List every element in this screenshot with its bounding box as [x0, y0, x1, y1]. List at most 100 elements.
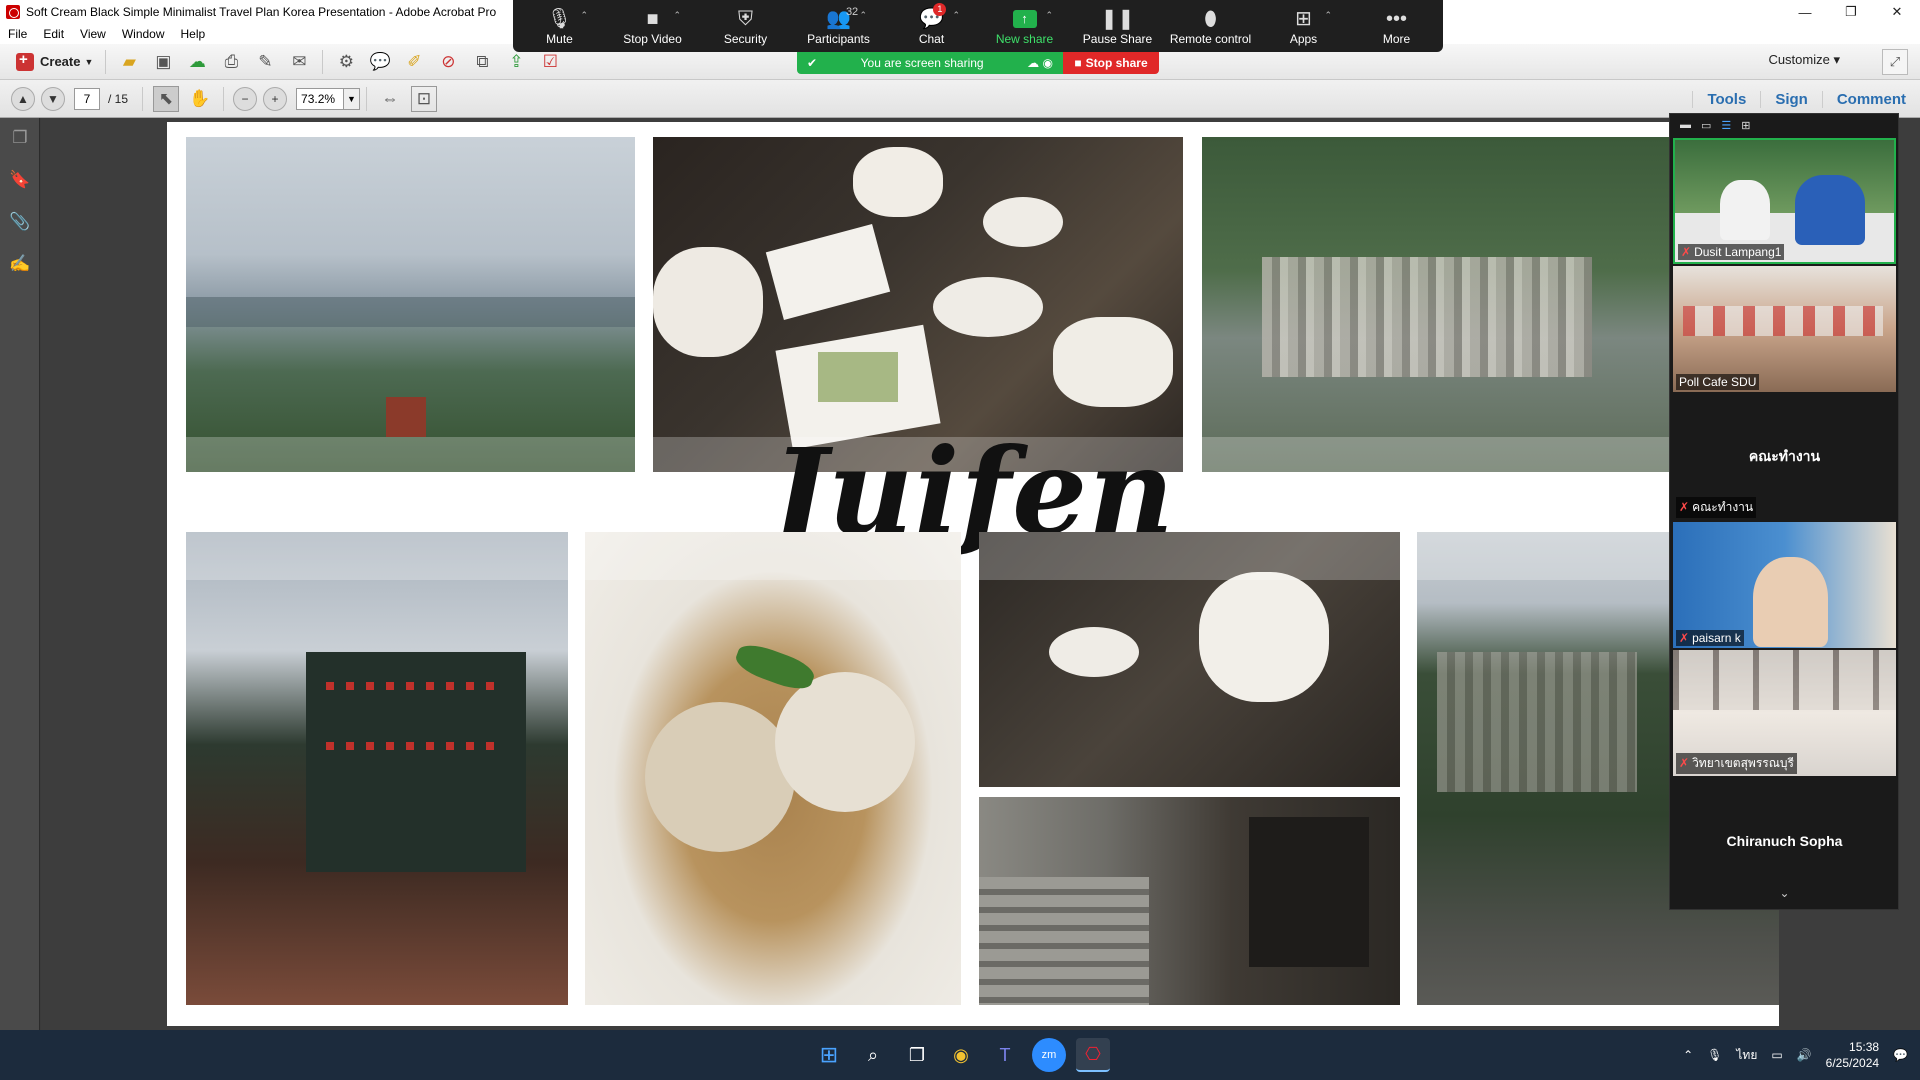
- menu-file[interactable]: File: [8, 27, 27, 41]
- minimize-icon[interactable]: ▬: [1680, 119, 1691, 131]
- open-folder-icon[interactable]: ▰: [116, 49, 142, 75]
- attachments-icon[interactable]: 📎: [8, 212, 32, 236]
- zoom-apps-button[interactable]: ⊞ ⌃ Apps: [1257, 6, 1350, 46]
- zoom-more-button[interactable]: ••• More: [1350, 6, 1443, 46]
- participant-tile[interactable]: Chiranuch Sopha ⌄: [1673, 778, 1896, 904]
- pdf-page: Juifen: [167, 122, 1779, 1026]
- bookmarks-icon[interactable]: 🔖: [8, 170, 32, 194]
- network-icon[interactable]: ▭: [1771, 1048, 1782, 1062]
- menu-edit[interactable]: Edit: [43, 27, 64, 41]
- menu-view[interactable]: View: [80, 27, 106, 41]
- zoom-level-input[interactable]: 73.2%: [296, 87, 345, 110]
- chrome-icon[interactable]: ◉: [944, 1038, 978, 1072]
- zoom-pause-share-button[interactable]: ❚❚ Pause Share: [1071, 6, 1164, 46]
- chevron-down-icon: ▼: [84, 56, 94, 67]
- menu-help[interactable]: Help: [181, 27, 206, 41]
- start-menu-icon[interactable]: ⊞: [812, 1038, 846, 1072]
- tab-comment[interactable]: Comment: [1821, 90, 1920, 108]
- chevron-down-icon[interactable]: ⌃: [580, 10, 588, 21]
- tab-tools[interactable]: Tools: [1692, 90, 1760, 108]
- participant-tile[interactable]: Poll Cafe SDU: [1673, 266, 1896, 392]
- menu-window[interactable]: Window: [122, 27, 165, 41]
- redact-icon[interactable]: ⊘: [435, 49, 461, 75]
- customize-dropdown[interactable]: Customize ▾: [1768, 52, 1840, 68]
- chevron-down-icon[interactable]: ⌃: [1045, 10, 1053, 21]
- expand-icon[interactable]: ⤢: [1882, 49, 1908, 75]
- clock[interactable]: 15:38 6/25/2024: [1826, 1039, 1879, 1071]
- chevron-down-icon[interactable]: ⌃: [952, 10, 960, 21]
- speaker-view-icon[interactable]: ☰: [1721, 119, 1731, 132]
- zoom-mute-button[interactable]: 🎙 ⌃ Mute: [513, 6, 606, 46]
- print-icon[interactable]: ⎙: [218, 49, 244, 75]
- next-page-button[interactable]: ▼: [41, 86, 65, 111]
- zoom-dropdown-icon[interactable]: ▼: [344, 87, 361, 110]
- hand-tool-icon[interactable]: ✋: [187, 86, 213, 112]
- navigation-toolbar: ▲ ▼ 7 / 15 ⬉ ✋ − + 73.2% ▼ ⇔ ⊡ Tools Sig…: [0, 80, 1920, 118]
- zoom-out-button[interactable]: −: [233, 86, 258, 111]
- participant-tile[interactable]: ✗ วิทยาเขตสุพรรณบุรี: [1673, 650, 1896, 776]
- minimize-button[interactable]: —: [1782, 0, 1828, 24]
- page-thumbnails-icon[interactable]: ❐: [8, 128, 32, 152]
- zoom-chat-button[interactable]: 💬 1 ⌃ Chat: [885, 3, 978, 46]
- muted-mic-icon: ✗: [1679, 631, 1690, 645]
- participant-tile[interactable]: ✗ Dusit Lampang1: [1673, 138, 1896, 264]
- select-cursor-icon[interactable]: ⬉: [153, 85, 180, 112]
- save-icon[interactable]: ▣: [150, 49, 176, 75]
- chevron-down-icon[interactable]: ⌃: [673, 10, 681, 21]
- muted-mic-icon: ✗: [1679, 500, 1690, 514]
- zoom-in-button[interactable]: +: [263, 86, 288, 111]
- zoom-security-button[interactable]: ⛨ Security: [699, 6, 792, 46]
- create-button[interactable]: Create ▼: [10, 49, 99, 75]
- fit-page-icon[interactable]: ⊡: [411, 85, 438, 112]
- signatures-icon[interactable]: ✍: [8, 254, 32, 278]
- export-icon[interactable]: ⇪: [503, 49, 529, 75]
- create-label: Create: [40, 54, 81, 69]
- highlight-icon[interactable]: ✐: [401, 49, 427, 75]
- email-icon[interactable]: ✉: [286, 49, 312, 75]
- grid-view-icon[interactable]: ⊞: [1741, 119, 1750, 132]
- acrobat-taskbar-icon[interactable]: ⎔: [1076, 1038, 1110, 1072]
- edit-icon[interactable]: ✎: [252, 49, 278, 75]
- language-indicator[interactable]: ไทย: [1736, 1046, 1757, 1065]
- notification-icon[interactable]: 💬: [1893, 1048, 1908, 1062]
- gallery-view-toolbar: ▬ ▭ ☰ ⊞: [1670, 114, 1898, 136]
- chevron-down-icon[interactable]: ⌄: [1673, 886, 1896, 900]
- close-button[interactable]: ✕: [1874, 0, 1920, 24]
- search-icon[interactable]: ⌕: [856, 1038, 890, 1072]
- cloud-upload-icon[interactable]: ☁: [184, 49, 210, 75]
- settings-gear-icon[interactable]: ⚙: [333, 49, 359, 75]
- zoom-new-share-button[interactable]: ↑ ⌃ New share: [978, 6, 1071, 46]
- participant-tile[interactable]: ✗ paisarn k: [1673, 522, 1896, 648]
- chevron-down-icon[interactable]: ⌃: [1324, 10, 1332, 21]
- pages-icon[interactable]: ⧉: [469, 49, 495, 75]
- toolbar-divider: [366, 86, 368, 111]
- form-icon[interactable]: ☑: [537, 49, 563, 75]
- single-view-icon[interactable]: ▭: [1701, 119, 1711, 132]
- microphone-tray-icon[interactable]: 🎙: [1707, 1048, 1722, 1062]
- chevron-up-icon[interactable]: ⌃: [1683, 1048, 1693, 1062]
- document-area[interactable]: Juifen: [41, 118, 1920, 1030]
- volume-icon[interactable]: 🔊: [1797, 1048, 1812, 1062]
- zoom-stop-video-button[interactable]: ■ ⌃ Stop Video: [606, 6, 699, 46]
- zoom-remote-control-button[interactable]: ⬮ Remote control: [1164, 6, 1257, 46]
- page-number-input[interactable]: 7: [74, 87, 100, 110]
- toolbar-divider: [142, 86, 144, 111]
- previous-page-button[interactable]: ▲: [11, 86, 35, 111]
- fit-width-icon[interactable]: ⇔: [377, 86, 403, 112]
- page-total: / 15: [108, 91, 129, 106]
- sharing-status[interactable]: ✔ You are screen sharing ☁ ◉: [797, 52, 1063, 74]
- comment-icon[interactable]: 💬: [367, 49, 393, 75]
- participant-count: 32: [845, 6, 859, 18]
- participant-tile[interactable]: คณะทำงาน ✗ คณะทำงาน: [1673, 394, 1896, 520]
- chevron-down-icon[interactable]: ⌃: [859, 10, 867, 21]
- acrobat-logo-icon: [6, 5, 20, 19]
- maximize-button[interactable]: ❐: [1828, 0, 1874, 24]
- teams-icon[interactable]: T: [988, 1038, 1022, 1072]
- muted-mic-icon: ✗: [1681, 245, 1692, 259]
- task-view-icon[interactable]: ❐: [900, 1038, 934, 1072]
- stop-share-button[interactable]: ■ Stop share: [1063, 52, 1159, 74]
- zoom-participants-button[interactable]: 👥 32 ⌃ Participants: [792, 6, 885, 46]
- cafe-stairs-photo: [979, 797, 1400, 1005]
- tab-sign[interactable]: Sign: [1760, 90, 1822, 108]
- zoom-app-icon[interactable]: zm: [1032, 1038, 1066, 1072]
